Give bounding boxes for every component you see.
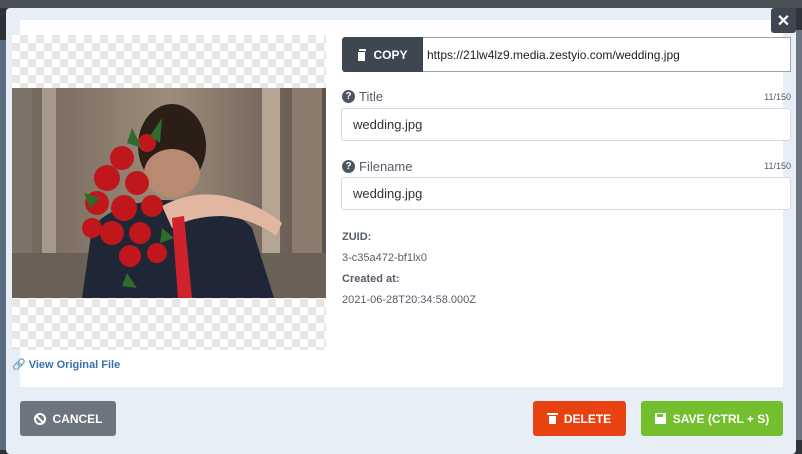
- title-counter: 11/150: [764, 92, 791, 102]
- image-preview: [12, 88, 326, 298]
- save-label: SAVE (CTRL + S): [672, 411, 770, 426]
- save-icon: [654, 413, 666, 424]
- help-icon[interactable]: ?: [342, 160, 355, 173]
- filename-counter: 11/150: [764, 161, 791, 171]
- zuid-label: ZUID:: [342, 231, 372, 243]
- save-button[interactable]: SAVE (CTRL + S): [641, 401, 783, 436]
- backdrop-strip: [0, 0, 802, 8]
- filename-label-text: Filename: [359, 159, 413, 174]
- close-button[interactable]: ✕: [771, 8, 796, 33]
- cancel-label: CANCEL: [52, 411, 103, 426]
- delete-button[interactable]: DELETE: [533, 401, 626, 436]
- url-field[interactable]: [423, 37, 791, 72]
- filename-label: ? Filename: [342, 159, 412, 174]
- backdrop-right: [796, 30, 802, 440]
- url-copy-row: COPY: [342, 37, 791, 72]
- link-icon: 🔗: [12, 359, 26, 371]
- wedding-photo: [12, 88, 326, 298]
- zuid-value: 3-c35a472-bf1lx0: [342, 252, 428, 264]
- copy-icon: [357, 48, 367, 62]
- title-label: ? Title: [342, 89, 383, 104]
- ban-icon: [33, 412, 46, 425]
- copy-button[interactable]: COPY: [342, 37, 423, 72]
- view-original-link[interactable]: 🔗 View Original File: [12, 358, 121, 372]
- trash-icon: [546, 413, 558, 424]
- title-label-text: Title: [359, 89, 384, 104]
- title-input[interactable]: [341, 108, 791, 141]
- delete-label: DELETE: [563, 411, 612, 426]
- filename-input[interactable]: [341, 177, 791, 210]
- cancel-button[interactable]: CANCEL: [20, 401, 116, 436]
- close-icon: ✕: [776, 12, 791, 30]
- view-original-label: View Original File: [28, 358, 121, 371]
- help-icon[interactable]: ?: [342, 90, 355, 103]
- created-value: 2021-06-28T20:34:58.000Z: [342, 294, 476, 306]
- created-label: Created at:: [342, 273, 400, 285]
- copy-button-label: COPY: [373, 47, 408, 62]
